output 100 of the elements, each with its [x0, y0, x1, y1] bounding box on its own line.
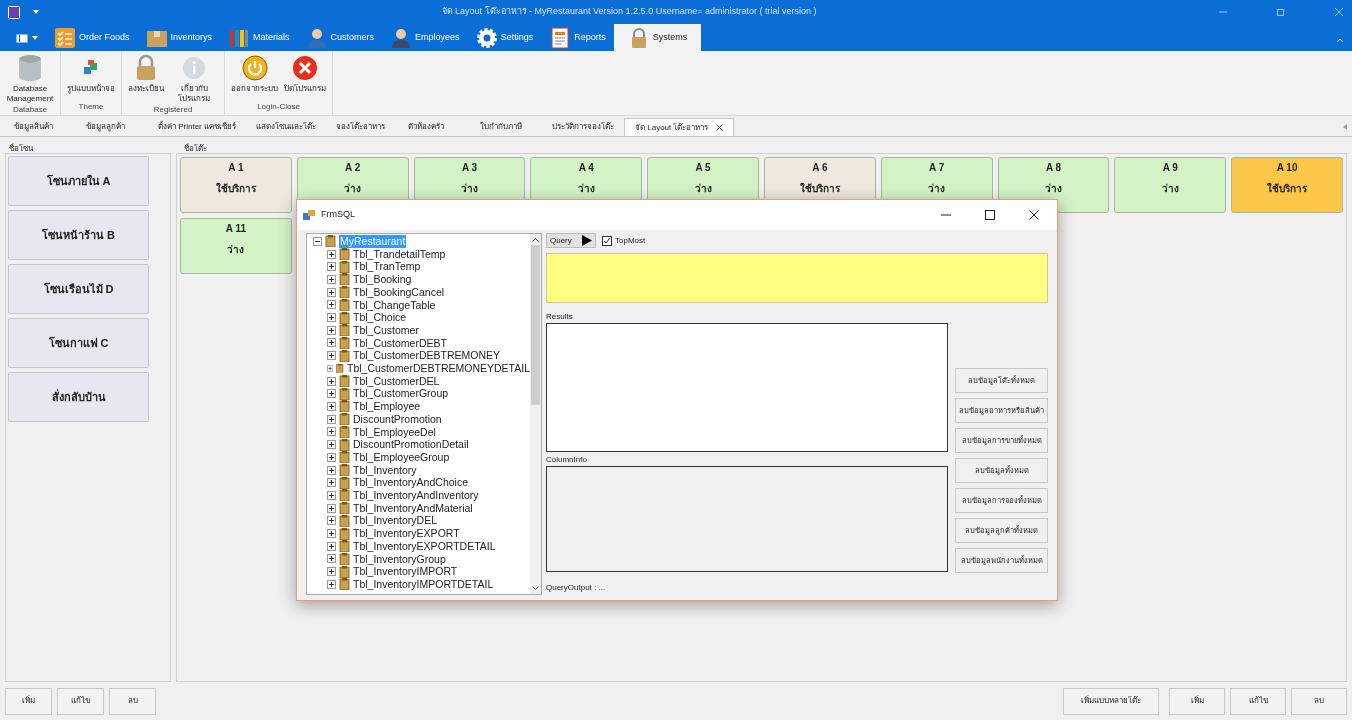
action-button[interactable]: แก้ไข [1230, 687, 1286, 715]
table-card[interactable]: A 10 ใช้บริการ [1231, 157, 1343, 213]
document-tab[interactable]: ตัวห้องครัว [398, 118, 470, 136]
column-info-grid[interactable] [546, 466, 948, 572]
ribbon-button[interactable]: ปิดโปรแกรม [281, 54, 329, 94]
tree-item[interactable]: DiscountPromotionDetail [353, 438, 469, 451]
zone-button[interactable]: โซนกาแฟ C [8, 318, 149, 368]
table-status: ใช้บริการ [1267, 181, 1308, 196]
tree-item[interactable]: DiscountPromotion [353, 412, 442, 426]
ribbon-tab[interactable]: Settings [467, 24, 542, 51]
close-icon [1334, 7, 1344, 17]
query-field[interactable] [546, 252, 1048, 303]
check-icon [603, 236, 611, 245]
document-tab[interactable]: จัด Layout โต๊ะอาหาร [624, 118, 735, 136]
field-label: Results [546, 310, 574, 323]
ribbon-button[interactable]: ออกจากระบบ [228, 54, 281, 94]
ribbon-button[interactable]: Database Management [3, 54, 57, 104]
clipboard-icon [325, 235, 336, 248]
chevron-up-icon [1336, 37, 1344, 43]
tree-item[interactable]: Tbl_InventoryAndInventory [353, 489, 479, 502]
query-button[interactable]: Query [546, 233, 596, 249]
results-grid[interactable] [546, 323, 948, 452]
clipboard-icon [339, 400, 350, 413]
document-tab[interactable]: จองโต๊ะอาหาร [326, 118, 398, 136]
table-name: A 4 [578, 161, 594, 175]
tree-item[interactable]: Tbl_TranTemp [353, 260, 421, 274]
table-status: ว่าง [227, 243, 245, 257]
tree-item[interactable]: Tbl_InventoryAndMaterial [353, 501, 473, 515]
zone-button[interactable]: โซนภายใน A [8, 156, 149, 206]
zone-button[interactable]: โซนหน้าร้าน B [8, 210, 149, 260]
table-name: A 8 [1045, 161, 1062, 175]
tree-item[interactable]: Tbl_Inventory [353, 463, 417, 477]
tree-item[interactable]: Tbl_InventoryAndChoice [353, 476, 468, 490]
clipboard-icon [339, 349, 350, 362]
ribbon-tab[interactable]: Inventorys [137, 24, 221, 51]
document-tab[interactable]: ใบกำกับภาษี [470, 118, 542, 136]
action-button[interactable]: เพิ่ม [1169, 687, 1225, 715]
clipboard-icon [339, 324, 350, 337]
zone-button[interactable]: สั่งกลับบ้าน [8, 372, 149, 422]
tree-item[interactable]: Tbl_InventoryIMPORTDETAIL [353, 578, 494, 591]
document-tab[interactable]: แสดงโซนและโต๊ะ [246, 118, 326, 136]
document-tab[interactable]: ข้อมูลลูกค้า [76, 118, 148, 136]
checkbox[interactable] [602, 235, 612, 246]
clipboard-icon [339, 464, 350, 476]
ribbon-tab[interactable]: Systems [613, 24, 702, 51]
action-button[interactable]: เพิ่มแบบหลายโต๊ะ [1063, 687, 1159, 715]
ribbon-button[interactable]: เกี่ยวกับโปรแกรม [167, 54, 221, 104]
tree-item[interactable]: Tbl_EmployeeGroup [353, 450, 450, 464]
action-button[interactable]: ลบ [1291, 687, 1347, 715]
clipboard-icon [339, 387, 350, 400]
menu-icon [16, 33, 28, 43]
tree-item[interactable]: Tbl_CustomerDEL [353, 374, 440, 388]
ribbon-button[interactable]: รูปแบบหน้าจอ [64, 54, 118, 94]
table-card[interactable]: A 9 ว่าง [1114, 157, 1227, 213]
action-button[interactable]: ลบ [109, 687, 156, 715]
tree-item[interactable]: Tbl_Booking [353, 273, 412, 286]
clipboard-icon [339, 540, 350, 553]
tree-item[interactable]: Tbl_InventoryEXPORT [353, 527, 460, 540]
tree-item[interactable]: Tbl_CustomerDEBT [353, 336, 447, 350]
table-card[interactable]: A 11 ว่าง [180, 218, 292, 274]
document-tab[interactable]: ข้อมูลสินค้า [4, 118, 76, 136]
table-card[interactable]: A 1 ใช้บริการ [180, 157, 292, 213]
tree-view[interactable] [306, 233, 542, 595]
play-icon [582, 235, 592, 247]
clipboard-icon [339, 248, 350, 261]
tree-item[interactable]: Tbl_ChangeTable [353, 298, 436, 312]
document-tab[interactable]: ประวัติการจองโต๊ะ [542, 118, 624, 136]
action-button[interactable]: เพิ่ม [5, 687, 52, 715]
document-tab[interactable]: ตั้งค่า Printer แคชเชียร์ [148, 118, 246, 136]
ribbon-tab[interactable]: Reports [541, 24, 614, 51]
tree-item[interactable]: Tbl_Choice [353, 311, 407, 324]
tree-item[interactable]: Tbl_Customer [353, 323, 419, 337]
scrollbar[interactable] [530, 234, 541, 594]
clipboard-icon [339, 451, 350, 464]
tree-item[interactable]: Tbl_InventoryIMPORT [353, 565, 458, 578]
tree-item[interactable]: Tbl_CustomerGroup [353, 387, 449, 401]
ribbon-tab[interactable]: Employees [382, 24, 468, 51]
zone-button[interactable]: โซนเรือนไม้ D [8, 264, 149, 314]
ribbon-tab[interactable]: Customers [297, 24, 383, 51]
tree-item[interactable]: Tbl_CustomerDEBTREMONEY [353, 349, 501, 363]
caret-icon [32, 9, 40, 15]
tree-item[interactable]: Tbl_BookingCancel [353, 285, 445, 299]
ribbon-button[interactable]: ลงทะเบียน [125, 54, 167, 94]
table-name: A 2 [345, 161, 361, 175]
tree-item[interactable]: Tbl_InventoryGroup [353, 552, 446, 566]
close-icon [1029, 210, 1039, 220]
clipboard-icon [339, 260, 350, 273]
tree-item[interactable]: Tbl_Employee [353, 400, 421, 413]
info-icon [181, 54, 207, 82]
ribbon-tab[interactable]: Order Foods [46, 24, 138, 51]
tree-item[interactable]: Tbl_TrandetailTemp [353, 247, 446, 261]
clipboard-icon [339, 375, 350, 388]
tree-item[interactable]: Tbl_EmployeeDel [353, 425, 436, 439]
table-name: A 10 [1276, 161, 1298, 175]
table-name: A 9 [1162, 161, 1178, 175]
ribbon-tab[interactable]: Materials [220, 24, 298, 51]
tree-item[interactable]: Tbl_InventoryDEL [353, 514, 438, 528]
tree-item[interactable]: Tbl_InventoryEXPORTDETAIL [353, 539, 496, 553]
tree-item[interactable]: Tbl_CustomerDEBTREMONEYDETAIL [347, 362, 530, 375]
action-button[interactable]: แก้ไข [57, 687, 104, 715]
